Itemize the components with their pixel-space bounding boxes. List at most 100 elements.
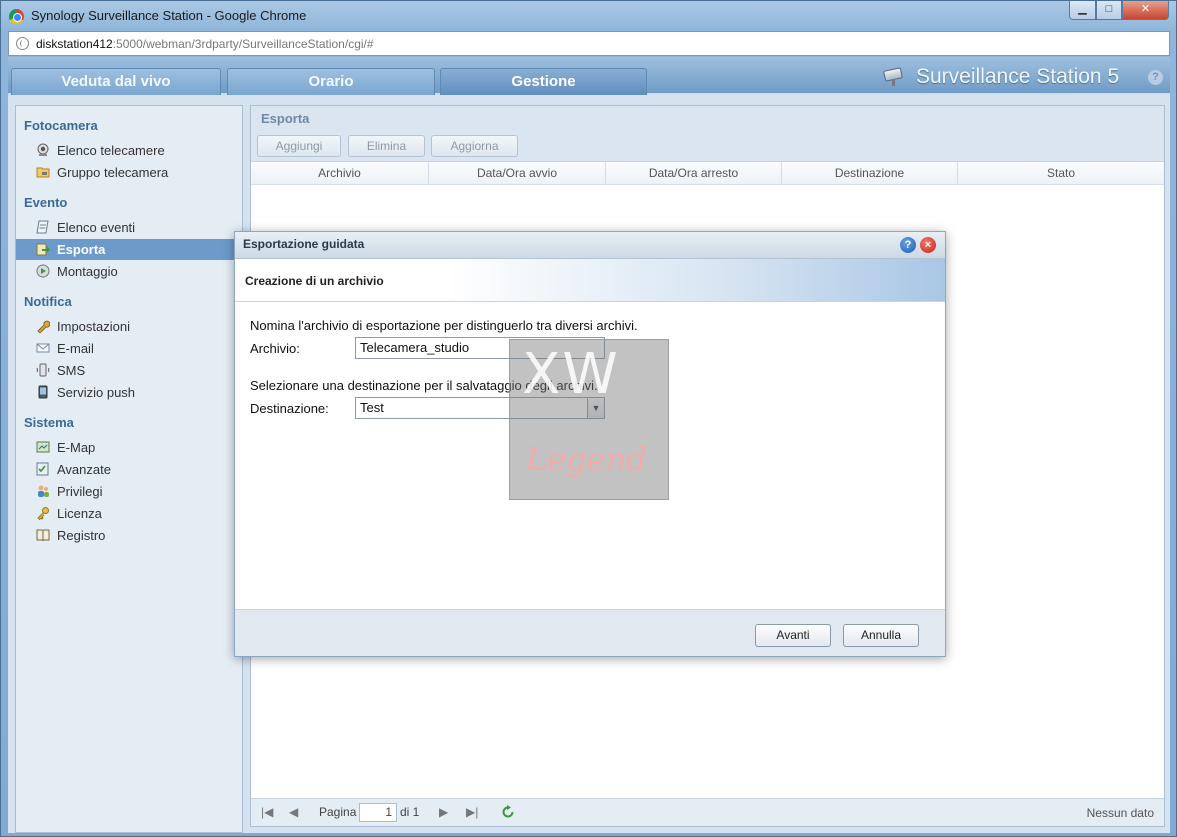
pager-status: Nessun dato bbox=[1086, 806, 1154, 820]
globe-icon bbox=[16, 37, 29, 50]
help-icon[interactable]: ? bbox=[1148, 70, 1163, 85]
sidebar-item-license[interactable]: Licenza bbox=[16, 503, 242, 524]
sidebar-item-label: Registro bbox=[57, 528, 106, 543]
dialog-title: Esportazione guidata bbox=[243, 237, 365, 251]
phone-icon bbox=[38, 385, 48, 399]
last-page-icon[interactable]: ▶| bbox=[466, 805, 478, 819]
sidebar-item-label: SMS bbox=[57, 363, 86, 378]
sidebar-item-label: Privilegi bbox=[57, 484, 103, 499]
sidebar-item-montage[interactable]: Montaggio bbox=[16, 261, 242, 282]
watermark-top: XW bbox=[522, 342, 620, 407]
sidebar-item-privileges[interactable]: Privilegi bbox=[16, 481, 242, 502]
map-icon bbox=[36, 441, 50, 453]
advanced-icon bbox=[36, 462, 49, 476]
dialog-step-banner: Creazione di un archivio bbox=[235, 259, 945, 302]
mail-icon bbox=[36, 343, 50, 353]
window-title: Synology Surveillance Station - Google C… bbox=[31, 8, 307, 23]
sidebar-item-settings[interactable]: Impostazioni bbox=[16, 316, 242, 337]
sidebar-item-label: Gruppo telecamera bbox=[57, 165, 169, 180]
column-archive[interactable]: Archivio bbox=[251, 162, 429, 185]
users-icon bbox=[38, 485, 49, 497]
column-destination[interactable]: Destinazione bbox=[782, 162, 958, 185]
book-icon bbox=[36, 529, 50, 542]
sidebar-item-export[interactable]: Esporta bbox=[16, 239, 242, 260]
sidebar-group-evento: Evento bbox=[24, 195, 68, 210]
column-status[interactable]: Stato bbox=[958, 162, 1164, 185]
panel-title: Esporta bbox=[261, 111, 310, 126]
tab-management[interactable]: Gestione bbox=[440, 68, 647, 95]
sidebar-item-label: E-mail bbox=[57, 341, 94, 356]
sidebar-group-fotocamera: Fotocamera bbox=[24, 118, 98, 133]
minimize-button[interactable]: ▁ bbox=[1069, 1, 1096, 20]
next-button[interactable]: Avanti bbox=[755, 624, 831, 647]
column-stop-time[interactable]: Data/Ora arresto bbox=[606, 162, 782, 185]
sidebar-item-sms[interactable]: SMS bbox=[16, 360, 242, 381]
sidebar: Fotocamera Elenco telecamere Gruppo tele… bbox=[15, 105, 243, 833]
sidebar-item-label: Elenco telecamere bbox=[57, 143, 165, 158]
maximize-button[interactable]: □ bbox=[1096, 1, 1122, 20]
dialog-footer: Avanti Annulla bbox=[235, 609, 945, 656]
archive-label: Archivio: bbox=[250, 341, 300, 356]
add-button[interactable]: Aggiungi bbox=[257, 135, 341, 157]
archive-instruction: Nomina l'archivio di esportazione per di… bbox=[250, 318, 638, 333]
key-icon bbox=[37, 507, 49, 520]
browser-window: Synology Surveillance Station - Google C… bbox=[0, 0, 1177, 837]
sidebar-item-label: E-Map bbox=[57, 440, 96, 455]
sidebar-item-log[interactable]: Registro bbox=[16, 525, 242, 546]
chrome-logo-icon bbox=[9, 9, 24, 24]
page-total: di 1 bbox=[400, 805, 420, 819]
sidebar-item-label: Impostazioni bbox=[57, 319, 130, 334]
sidebar-group-notifica: Notifica bbox=[24, 294, 72, 309]
sidebar-item-email[interactable]: E-mail bbox=[16, 338, 242, 359]
security-camera-icon bbox=[882, 65, 906, 87]
sidebar-group-sistema: Sistema bbox=[24, 415, 74, 430]
refresh-button[interactable]: Aggiorna bbox=[431, 135, 518, 157]
watermark-logo: XW Legend bbox=[509, 339, 669, 500]
sidebar-item-label: Esporta bbox=[57, 242, 106, 257]
page-label: Pagina bbox=[319, 805, 357, 819]
tab-schedule[interactable]: Orario bbox=[227, 68, 435, 95]
next-page-icon[interactable]: ▶ bbox=[439, 805, 448, 819]
destination-value: Test bbox=[360, 400, 384, 415]
sidebar-item-label: Servizio push bbox=[57, 385, 136, 400]
page-number-input[interactable]: 1 bbox=[359, 803, 397, 822]
url-text[interactable]: diskstation412:5000/webman/3rdparty/Surv… bbox=[36, 37, 374, 51]
sidebar-item-advanced[interactable]: Avanzate bbox=[16, 459, 242, 480]
sidebar-item-label: Avanzate bbox=[57, 462, 111, 477]
dialog-header: Esportazione guidata ? × bbox=[235, 232, 945, 259]
refresh-icon[interactable] bbox=[501, 805, 515, 819]
webcam-icon bbox=[37, 143, 49, 156]
sidebar-item-label: Licenza bbox=[57, 506, 102, 521]
sidebar-item-push-service[interactable]: Servizio push bbox=[16, 382, 242, 403]
first-page-icon[interactable]: |◀ bbox=[261, 805, 273, 819]
cancel-button[interactable]: Annulla bbox=[843, 624, 919, 647]
panel-header: Esporta Aggiungi Elimina Aggiorna bbox=[251, 106, 1164, 162]
sms-icon bbox=[36, 363, 50, 377]
sidebar-item-emap[interactable]: E-Map bbox=[16, 437, 242, 458]
delete-button[interactable]: Elimina bbox=[348, 135, 425, 157]
folder-camera-icon bbox=[36, 167, 50, 178]
montage-icon bbox=[36, 264, 50, 278]
help-icon[interactable]: ? bbox=[900, 237, 916, 253]
tab-live-view[interactable]: Veduta dal vivo bbox=[11, 68, 221, 95]
column-start-time[interactable]: Data/Ora avvio bbox=[429, 162, 606, 185]
address-bar[interactable]: diskstation412:5000/webman/3rdparty/Surv… bbox=[8, 31, 1170, 56]
pagination-bar: |◀ ◀ Pagina 1 di 1 ▶ ▶| Nessun dato bbox=[251, 798, 1164, 826]
prev-page-icon[interactable]: ◀ bbox=[289, 805, 298, 819]
sidebar-item-label: Elenco eventi bbox=[57, 220, 136, 235]
destination-label: Destinazione: bbox=[250, 401, 329, 416]
wrench-icon bbox=[37, 320, 50, 333]
sidebar-item-camera-list[interactable]: Elenco telecamere bbox=[16, 140, 242, 161]
main-navigation: Veduta dal vivo Orario Gestione Surveill… bbox=[8, 57, 1170, 95]
table-header: Archivio Data/Ora avvio Data/Ora arresto… bbox=[251, 162, 1164, 185]
close-window-button[interactable]: ✕ bbox=[1122, 1, 1169, 20]
dialog-step-title: Creazione di un archivio bbox=[245, 274, 384, 288]
title-bar: Synology Surveillance Station - Google C… bbox=[1, 1, 1176, 31]
brand-title: Surveillance Station 5 bbox=[916, 65, 1120, 88]
sidebar-item-label: Montaggio bbox=[57, 264, 118, 279]
sidebar-item-camera-group[interactable]: Gruppo telecamera bbox=[16, 162, 242, 183]
close-icon[interactable]: × bbox=[920, 237, 936, 253]
url-host: diskstation412 bbox=[36, 37, 113, 51]
sidebar-item-event-list[interactable]: Elenco eventi bbox=[16, 217, 242, 238]
url-path: :5000/webman/3rdparty/SurveillanceStatio… bbox=[112, 37, 374, 51]
